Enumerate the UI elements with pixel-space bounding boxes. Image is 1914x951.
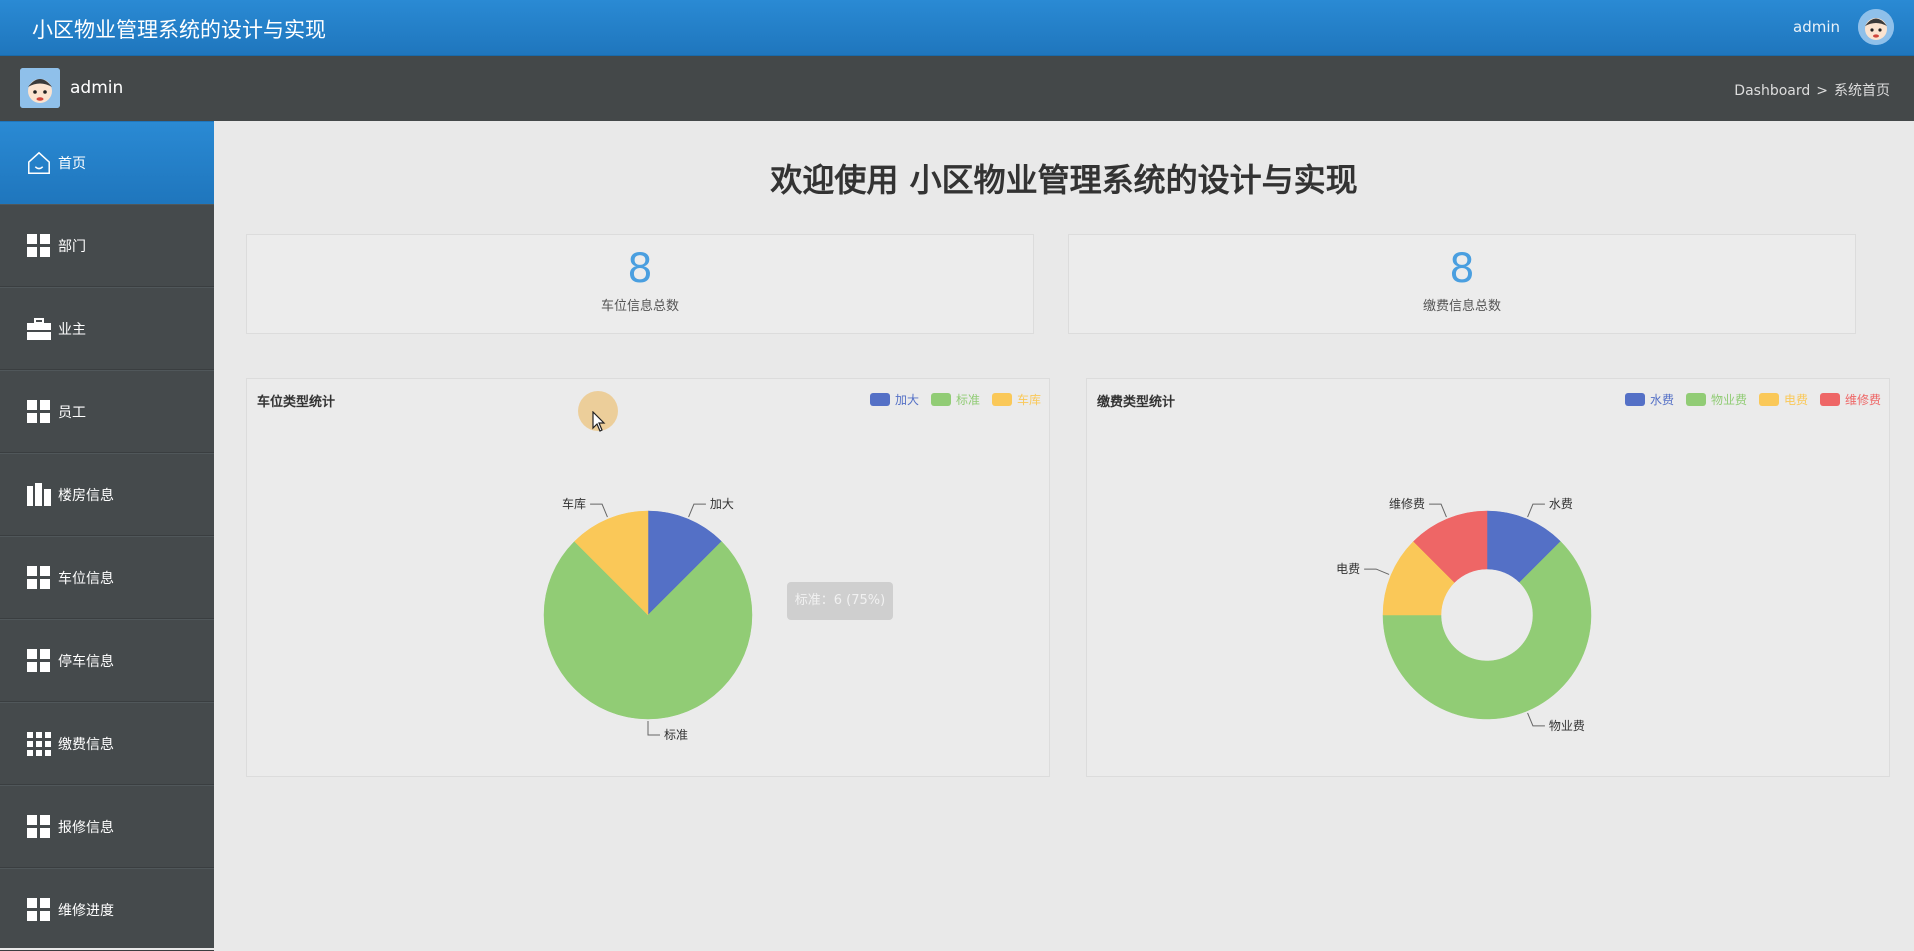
sidebar-username: admin <box>70 78 124 98</box>
sidebar-item-parking[interactable]: 停车信息 <box>0 619 214 702</box>
breadcrumb-separator: > <box>1816 83 1828 99</box>
slice-label: 加大 <box>710 497 734 511</box>
sidebar-item-label: 业主 <box>58 321 86 338</box>
grid9-icon <box>26 731 52 757</box>
sidebar-item-label: 停车信息 <box>58 653 114 670</box>
sidebar-item-label: 维修进度 <box>58 902 114 919</box>
chart-panel-payment-type: 缴费类型统计 水费 物业费 电费 维修费 水费 物业费 电费 维修费 <box>1086 378 1890 777</box>
label-line <box>1527 712 1545 727</box>
home-icon <box>26 150 52 176</box>
label-line <box>1429 503 1447 518</box>
app-title: 小区物业管理系统的设计与实现 <box>32 18 326 42</box>
sidebar-item-label: 首页 <box>58 155 86 172</box>
main-content: 欢迎使用 小区物业管理系统的设计与实现 8 车位信息总数 8 缴费信息总数 车位… <box>214 121 1914 948</box>
slice-label: 维修费 <box>1389 496 1425 511</box>
sidebar-item-owner[interactable]: 业主 <box>0 287 214 370</box>
sidebar-item-label: 报修信息 <box>58 819 114 836</box>
label-line <box>647 721 660 736</box>
grid-icon <box>26 233 52 259</box>
stat-label: 车位信息总数 <box>600 299 679 314</box>
sidebar-item-repair[interactable]: 报修信息 <box>0 785 214 868</box>
label-line <box>688 503 706 518</box>
chart-tooltip: 标准：6 (75%) <box>787 582 893 620</box>
grid-icon <box>26 648 52 674</box>
sidebar-item-staff[interactable]: 员工 <box>0 370 214 453</box>
stat-card-parking: 8 车位信息总数 <box>246 234 1034 334</box>
header-username[interactable]: admin <box>1793 18 1840 36</box>
sidebar-item-label: 员工 <box>58 404 86 421</box>
sidebar-item-label: 楼房信息 <box>58 487 114 504</box>
building-icon <box>26 482 52 508</box>
label-line <box>590 503 608 518</box>
avatar-icon <box>20 68 60 108</box>
sidebar-item-label: 部门 <box>58 238 86 255</box>
sidebar-item-home[interactable]: 首页 <box>0 121 214 204</box>
stat-label: 缴费信息总数 <box>1422 299 1501 314</box>
label-line <box>1527 503 1545 518</box>
sub-header: admin Dashboard > 系统首页 <box>0 56 1914 121</box>
slice-label: 物业费 <box>1549 719 1585 733</box>
sidebar-item-department[interactable]: 部门 <box>0 204 214 287</box>
sidebar-item-label: 车位信息 <box>58 570 114 587</box>
cursor-icon <box>592 411 606 432</box>
grid-icon <box>26 565 52 591</box>
avatar-icon <box>1858 9 1894 45</box>
breadcrumb: Dashboard > 系统首页 <box>1734 80 1890 100</box>
sidebar-avatar <box>20 68 60 108</box>
sidebar-item-building[interactable]: 楼房信息 <box>0 453 214 536</box>
breadcrumb-current: 系统首页 <box>1834 83 1890 99</box>
welcome-title: 欢迎使用 小区物业管理系统的设计与实现 <box>770 161 1358 199</box>
sidebar-item-label: 缴费信息 <box>58 736 114 753</box>
donut-chart: 水费物业费 电费 维修费 <box>1336 496 1592 733</box>
grid-icon <box>26 897 52 923</box>
slice-label: 标准 <box>664 728 688 742</box>
slice-label: 水费 <box>1549 497 1573 511</box>
breadcrumb-parent[interactable]: Dashboard <box>1734 83 1810 99</box>
stat-value: 8 <box>1449 246 1475 292</box>
label-line <box>1364 568 1390 575</box>
top-header: 小区物业管理系统的设计与实现 admin <box>0 0 1914 56</box>
slice-label: 车库 <box>562 496 586 511</box>
pie-chart: 加大标准 车库 <box>543 496 753 742</box>
user-avatar[interactable] <box>1858 9 1894 45</box>
stat-card-payment: 8 缴费信息总数 <box>1068 234 1856 334</box>
grid-icon <box>26 814 52 840</box>
stat-value: 8 <box>627 246 653 292</box>
sidebar-item-parking-space[interactable]: 车位信息 <box>0 536 214 619</box>
sidebar-item-repair-progress[interactable]: 维修进度 <box>0 868 214 951</box>
slice-label: 电费 <box>1336 562 1360 576</box>
sidebar: 首页 部门 业主 员工 楼房信息 车位信息 停车信息 缴费信息 报修信息 维修进… <box>0 121 214 951</box>
sidebar-item-payment[interactable]: 缴费信息 <box>0 702 214 785</box>
briefcase-icon <box>26 316 52 342</box>
grid-icon <box>26 399 52 425</box>
chart-panel-parking-type: 车位类型统计 加大 标准 车库 加大 标准 车库 标准：6 (75%) <box>246 378 1050 777</box>
